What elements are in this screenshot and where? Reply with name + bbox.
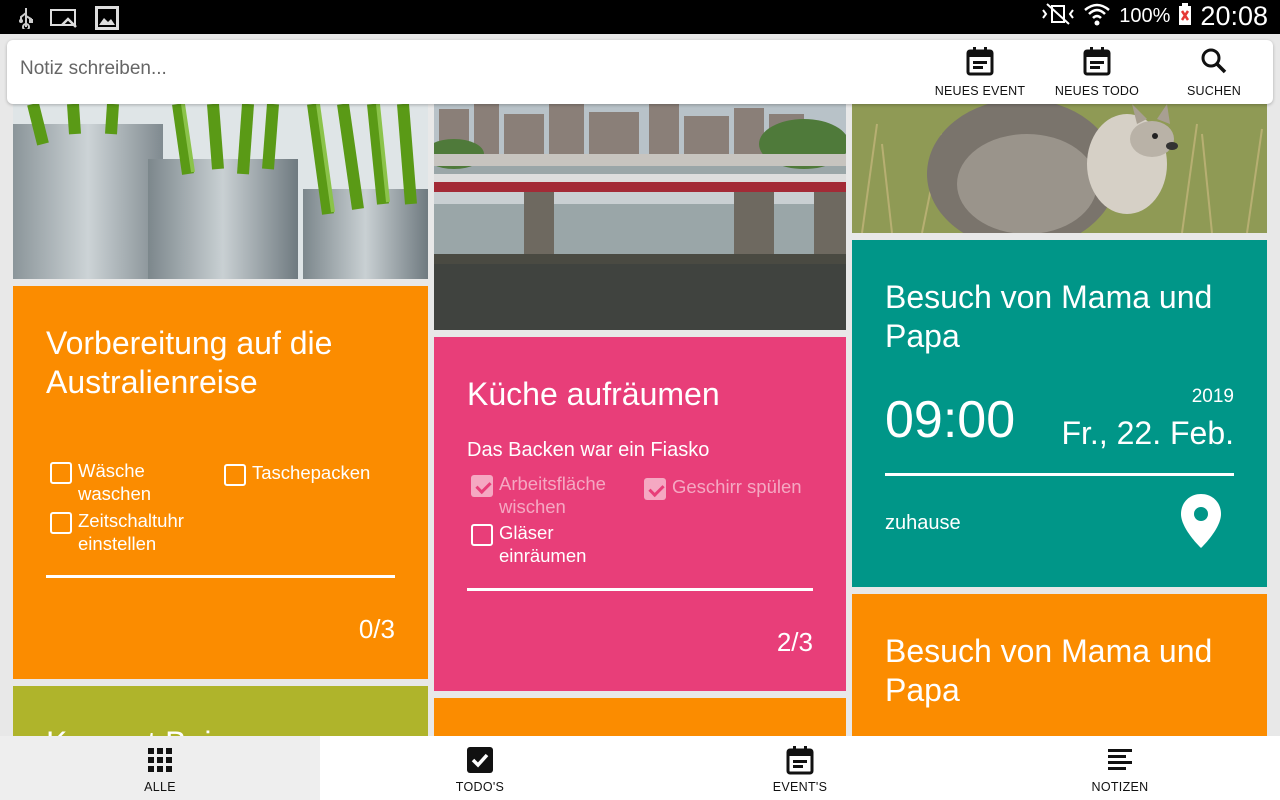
- todo-progress: 0/3: [358, 614, 395, 644]
- checklist-item[interactable]: Zeitschaltuhr einstellen: [50, 509, 184, 555]
- cast-icon: [50, 7, 78, 34]
- bottom-navigation: ALLE TODO'S EVENT'S NOTIZEN: [0, 736, 1280, 800]
- tab-all-label: ALLE: [144, 780, 176, 794]
- checkbox-icon: [465, 745, 495, 780]
- tab-todos-label: TODO'S: [455, 780, 505, 794]
- new-event-label: NEUES EVENT: [934, 84, 1026, 98]
- event-year: 2019: [1191, 386, 1234, 407]
- checklist-item[interactable]: Arbeitsfläche wischen: [471, 472, 606, 518]
- todo-card-kitchen[interactable]: Küche aufräumen Das Backen war ein Fiask…: [434, 337, 846, 691]
- checkbox-checked[interactable]: [471, 475, 493, 497]
- battery-icon: [1178, 2, 1192, 31]
- checklist-item[interactable]: Wäsche waschen: [50, 459, 151, 505]
- todo-progress: 2/3: [776, 627, 813, 657]
- card-title: Besuch von Mama und Papa: [885, 633, 1213, 708]
- tab-notes[interactable]: NOTIZEN: [960, 736, 1280, 800]
- checklist-item[interactable]: Gläser einräumen: [471, 521, 586, 567]
- checklist-item-label: Wäsche waschen: [78, 460, 152, 504]
- checklist-item[interactable]: Geschirr spülen: [644, 475, 802, 500]
- card-title: Besuch von Mama und Papa: [885, 279, 1213, 354]
- checklist-item-label: Taschepacken: [252, 462, 371, 483]
- tab-notes-label: NOTIZEN: [1091, 780, 1149, 794]
- battery-percent: 100%: [1119, 5, 1171, 27]
- card-subtitle: Das Backen war ein Fiasko: [467, 439, 710, 461]
- card-title: Küche aufräumen: [467, 376, 720, 412]
- tab-events-label: EVENT'S: [772, 780, 828, 794]
- checkbox[interactable]: [50, 462, 72, 484]
- new-event-button[interactable]: NEUES EVENT: [925, 46, 1035, 98]
- location-pin-icon[interactable]: [1180, 493, 1222, 554]
- tab-events[interactable]: EVENT'S: [640, 736, 960, 800]
- tab-all[interactable]: ALLE: [0, 736, 320, 800]
- divider: [46, 575, 395, 578]
- quick-note-bar: Notiz schreiben... NEUES EVENT NEUES TOD…: [7, 40, 1273, 104]
- new-todo-label: NEUES TODO: [1054, 84, 1140, 98]
- search-button[interactable]: SUCHEN: [1159, 46, 1269, 98]
- checklist-item[interactable]: Taschepacken: [224, 461, 370, 486]
- event-location: zuhause: [885, 512, 961, 534]
- checkbox[interactable]: [224, 464, 246, 486]
- bamboo-photo[interactable]: [13, 104, 428, 279]
- checklist-item-label: Arbeitsfläche wischen: [499, 473, 606, 517]
- checkbox-checked[interactable]: [644, 478, 666, 500]
- vibrate-mute-icon: [1041, 2, 1075, 31]
- search-label: SUCHEN: [1187, 84, 1241, 98]
- todo-card-australia[interactable]: Vorbereitung auf die Australienreise Wäsc…: [13, 286, 428, 679]
- checklist-item-label: Zeitschaltuhr einstellen: [78, 510, 184, 554]
- event-date: Fr., 22. Feb.: [1061, 415, 1234, 451]
- card-title: Vorbereitung auf die Australienreise: [46, 325, 333, 400]
- grid-icon: [145, 745, 175, 780]
- checkbox[interactable]: [471, 524, 493, 546]
- checkbox[interactable]: [50, 512, 72, 534]
- tab-todos[interactable]: TODO'S: [320, 736, 640, 800]
- divider: [467, 588, 813, 591]
- event-card-visit[interactable]: Besuch von Mama und Papa 09:00 2019 Fr., …: [852, 240, 1267, 587]
- todo-card-visit[interactable]: Besuch von Mama und Papa: [852, 594, 1267, 746]
- calendar-icon: [966, 47, 994, 80]
- clock: 20:08: [1200, 1, 1268, 31]
- search-icon: [1200, 48, 1228, 80]
- new-todo-button[interactable]: NEUES TODO: [1042, 46, 1152, 98]
- divider: [885, 473, 1234, 476]
- event-time: 09:00: [885, 391, 1016, 449]
- calendar-icon: [785, 745, 815, 780]
- calendar-note-icon: [1083, 47, 1111, 80]
- usb-icon: [18, 7, 34, 34]
- kangaroo-photo[interactable]: [852, 104, 1267, 233]
- note-input[interactable]: Notiz schreiben...: [20, 58, 167, 80]
- checklist-item-label: Geschirr spülen: [672, 476, 802, 497]
- bridge-photo[interactable]: [434, 104, 846, 330]
- wifi-icon: [1083, 1, 1111, 32]
- notes-lines-icon: [1105, 745, 1135, 780]
- checklist-item-label: Gläser einräumen: [499, 522, 587, 566]
- image-icon: [94, 5, 120, 36]
- status-bar: 100% 20:08: [0, 0, 1280, 34]
